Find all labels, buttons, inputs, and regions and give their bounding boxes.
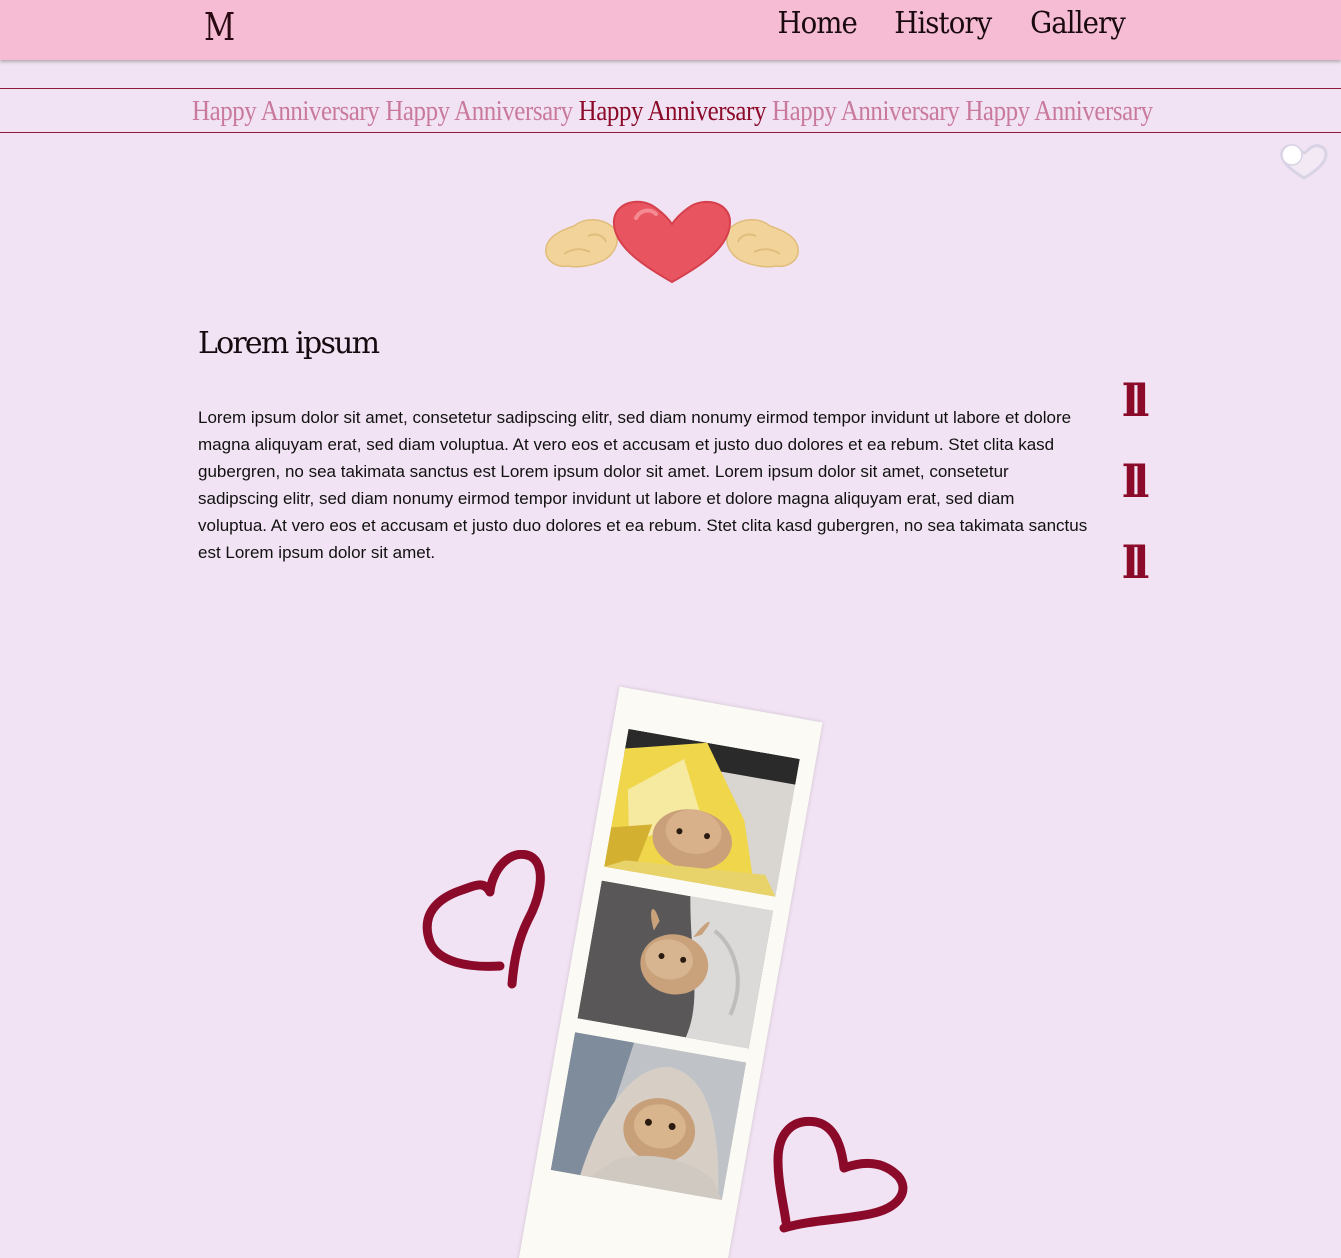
heart-toggle[interactable] [1278, 142, 1330, 182]
heart-doodle-icon [422, 850, 545, 989]
gallery-photo[interactable] [550, 1032, 747, 1201]
site-logo[interactable]: M [204, 8, 235, 46]
gallery-photo[interactable] [604, 728, 800, 897]
bunny-photo-image [604, 728, 800, 897]
nav-link-history[interactable]: History [895, 6, 993, 42]
nav-link-home[interactable]: Home [777, 6, 857, 42]
navbar: M Home History Gallery [0, 0, 1341, 60]
gallery-photo[interactable] [577, 880, 774, 1049]
bunny-photo-image [550, 1032, 747, 1201]
marquee-item: Happy Anniversary [578, 95, 767, 127]
winged-heart-icon [545, 200, 799, 284]
marquee-track: Happy Anniversary Happy Anniversary Happy … [192, 95, 1159, 128]
anniversary-marquee: Happy Anniversary Happy Anniversary Happy … [0, 88, 1341, 133]
marquee-item: Happy Anniversary [385, 95, 573, 127]
main-nav: Home History Gallery [774, 6, 1129, 42]
section-body: Lorem ipsum dolor sit amet, consetetur s… [198, 408, 1088, 562]
marquee-item: Happy Anniversary [965, 95, 1153, 127]
heart-doodle-icon [773, 1116, 908, 1233]
bunny-photo-image [577, 880, 774, 1049]
marquee-item: Happy Anniversary [772, 95, 960, 127]
decoration-glyph: ll [1122, 538, 1149, 589]
nav-link-gallery[interactable]: Gallery [1030, 6, 1126, 42]
decoration-column: ll ll ll [1122, 378, 1150, 621]
decoration-glyph: ll [1122, 376, 1149, 427]
winged-heart-illustration [544, 196, 800, 286]
heart-toggle-icon [1280, 144, 1328, 180]
marquee-item: Happy Anniversary [192, 95, 380, 127]
decoration-glyph: ll [1122, 457, 1149, 508]
section-title: Lorem ipsum [198, 326, 380, 361]
